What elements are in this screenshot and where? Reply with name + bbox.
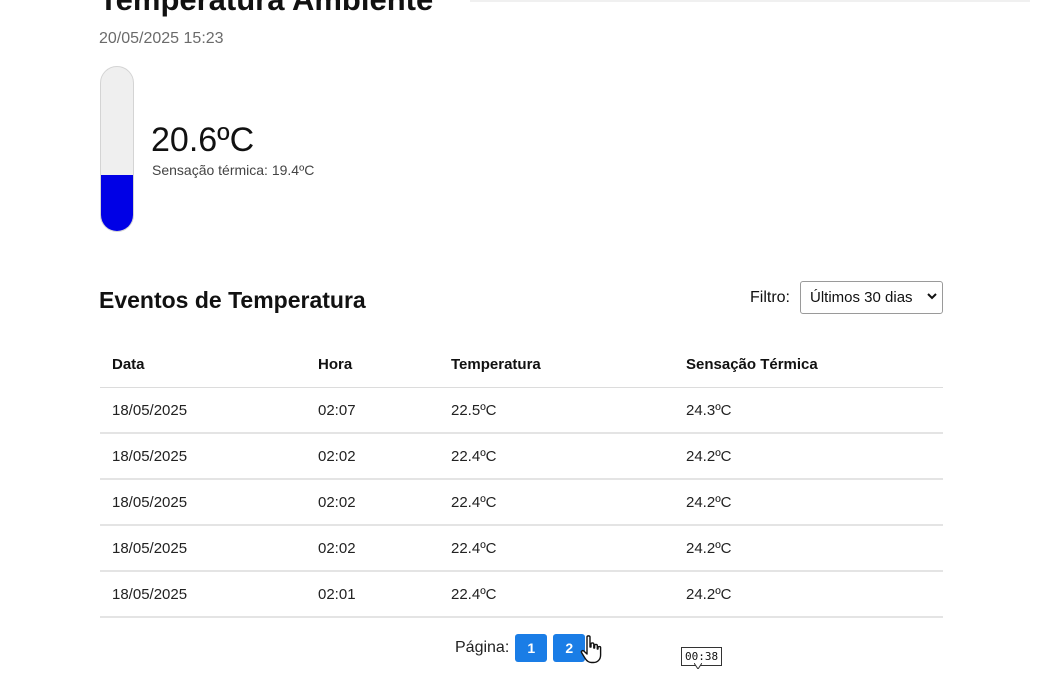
table-row: 18/05/2025 02:01 22.4ºC 24.2ºC: [100, 571, 943, 618]
column-header-hora: Hora: [306, 342, 439, 388]
thermometer-gauge: [100, 66, 134, 232]
column-header-sensacao: Sensação Térmica: [674, 342, 943, 388]
chevron-down-icon: [927, 282, 937, 313]
pagination-label: Página:: [455, 639, 510, 656]
cell-hora: 02:02: [306, 433, 439, 480]
table-row: 18/05/2025 02:07 22.5ºC 24.3ºC: [100, 387, 943, 434]
cell-temperatura: 22.4ºC: [439, 571, 674, 618]
filter-label: Filtro:: [750, 289, 790, 306]
events-title: Eventos de Temperatura: [99, 287, 366, 313]
page: Temperatura Ambiente 20/05/2025 15:23 20…: [0, 0, 1038, 678]
cell-data: 18/05/2025: [100, 433, 306, 480]
page-1-button[interactable]: 1: [515, 634, 548, 662]
table-row: 18/05/2025 02:02 22.4ºC 24.2ºC: [100, 433, 943, 480]
cell-temperatura: 22.4ºC: [439, 525, 674, 572]
cell-temperatura: 22.4ºC: [439, 479, 674, 526]
filter-select[interactable]: Últimos 30 dias: [800, 281, 943, 314]
cell-hora: 02:07: [306, 387, 439, 434]
timestamp: 20/05/2025 15:23: [99, 30, 224, 47]
cell-data: 18/05/2025: [100, 571, 306, 618]
column-header-temperatura: Temperatura: [439, 342, 674, 388]
cell-data: 18/05/2025: [100, 525, 306, 572]
cell-hora: 02:02: [306, 479, 439, 526]
table-row: 18/05/2025 02:02 22.4ºC 24.2ºC: [100, 479, 943, 526]
cell-hora: 02:02: [306, 525, 439, 572]
cell-sensacao: 24.3ºC: [674, 387, 943, 434]
cell-temperatura: 22.5ºC: [439, 387, 674, 434]
events-table: Data Hora Temperatura Sensação Térmica 1…: [100, 342, 943, 618]
table-header-row: Data Hora Temperatura Sensação Térmica: [100, 342, 943, 388]
cell-sensacao: 24.2ºC: [674, 433, 943, 480]
page-title: Temperatura Ambiente: [99, 0, 433, 18]
cell-sensacao: 24.2ºC: [674, 479, 943, 526]
table-row: 18/05/2025 02:02 22.4ºC 24.2ºC: [100, 525, 943, 572]
cell-sensacao: 24.2ºC: [674, 525, 943, 572]
hand-pointer-icon: [580, 635, 602, 664]
cell-temperatura: 22.4ºC: [439, 433, 674, 480]
pagination: Página: 1 2: [455, 634, 591, 662]
column-header-data: Data: [100, 342, 306, 388]
top-divider: [470, 0, 1030, 2]
time-badge-pointer: [694, 663, 702, 669]
feels-like-text: Sensação térmica: 19.4ºC: [152, 162, 315, 178]
cell-hora: 02:01: [306, 571, 439, 618]
cell-data: 18/05/2025: [100, 387, 306, 434]
current-temperature: 20.6ºC: [151, 121, 255, 159]
filter-selected-value: Últimos 30 dias: [810, 289, 913, 306]
cell-sensacao: 24.2ºC: [674, 571, 943, 618]
cell-data: 18/05/2025: [100, 479, 306, 526]
thermometer-fill: [101, 175, 133, 231]
